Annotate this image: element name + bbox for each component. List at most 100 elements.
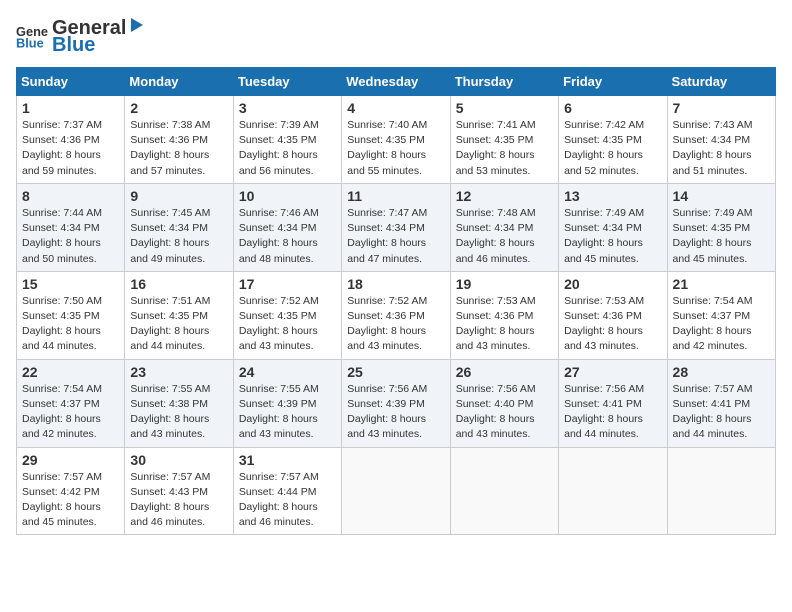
calendar-week-3: 22 Sunrise: 7:54 AMSunset: 4:37 PMDayligh…	[17, 359, 776, 447]
col-header-wednesday: Wednesday	[342, 68, 450, 96]
day-info: Sunrise: 7:56 AMSunset: 4:41 PMDaylight:…	[564, 382, 661, 443]
day-number: 12	[456, 188, 553, 204]
day-info: Sunrise: 7:53 AMSunset: 4:36 PMDaylight:…	[456, 294, 553, 355]
calendar-cell	[450, 447, 558, 535]
day-info: Sunrise: 7:42 AMSunset: 4:35 PMDaylight:…	[564, 118, 661, 179]
day-info: Sunrise: 7:56 AMSunset: 4:39 PMDaylight:…	[347, 382, 444, 443]
day-number: 8	[22, 188, 119, 204]
calendar-cell: 9 Sunrise: 7:45 AMSunset: 4:34 PMDaylight…	[125, 183, 233, 271]
calendar-cell: 13Sunrise: 7:49 AMSunset: 4:34 PMDayligh…	[559, 183, 667, 271]
day-info: Sunrise: 7:52 AMSunset: 4:36 PMDaylight:…	[347, 294, 444, 355]
day-number: 29	[22, 452, 119, 468]
calendar-cell: 16 Sunrise: 7:51 AMSunset: 4:35 PMDayligh…	[125, 271, 233, 359]
page-header: General Blue General Blue	[16, 16, 776, 57]
day-info: Sunrise: 7:39 AMSunset: 4:35 PMDaylight:…	[239, 118, 336, 179]
day-info: Sunrise: 7:51 AMSunset: 4:35 PMDaylight:…	[130, 294, 227, 355]
calendar-cell: 29Sunrise: 7:57 AMSunset: 4:42 PMDayligh…	[17, 447, 125, 535]
col-header-friday: Friday	[559, 68, 667, 96]
day-number: 25	[347, 364, 444, 380]
day-info: Sunrise: 7:55 AMSunset: 4:39 PMDaylight:…	[239, 382, 336, 443]
day-info: Sunrise: 7:57 AMSunset: 4:41 PMDaylight:…	[673, 382, 770, 443]
day-info: Sunrise: 7:57 AMSunset: 4:43 PMDaylight:…	[130, 470, 227, 531]
day-number: 14	[673, 188, 770, 204]
day-info: Sunrise: 7:53 AMSunset: 4:36 PMDaylight:…	[564, 294, 661, 355]
calendar-cell: 10 Sunrise: 7:46 AMSunset: 4:34 PMDayligh…	[233, 183, 341, 271]
col-header-thursday: Thursday	[450, 68, 558, 96]
calendar-header-row: SundayMondayTuesdayWednesdayThursdayFrid…	[17, 68, 776, 96]
col-header-saturday: Saturday	[667, 68, 775, 96]
day-number: 18	[347, 276, 444, 292]
col-header-monday: Monday	[125, 68, 233, 96]
day-number: 17	[239, 276, 336, 292]
calendar-week-2: 15Sunrise: 7:50 AMSunset: 4:35 PMDayligh…	[17, 271, 776, 359]
day-number: 21	[673, 276, 770, 292]
day-info: Sunrise: 7:54 AMSunset: 4:37 PMDaylight:…	[673, 294, 770, 355]
day-number: 31	[239, 452, 336, 468]
calendar-week-4: 29Sunrise: 7:57 AMSunset: 4:42 PMDayligh…	[17, 447, 776, 535]
calendar-cell	[342, 447, 450, 535]
day-number: 10	[239, 188, 336, 204]
calendar-cell: 18 Sunrise: 7:52 AMSunset: 4:36 PMDayligh…	[342, 271, 450, 359]
calendar-cell: 22 Sunrise: 7:54 AMSunset: 4:37 PMDayligh…	[17, 359, 125, 447]
day-info: Sunrise: 7:40 AMSunset: 4:35 PMDaylight:…	[347, 118, 444, 179]
day-info: Sunrise: 7:54 AMSunset: 4:37 PMDaylight:…	[22, 382, 119, 443]
day-number: 7	[673, 100, 770, 116]
day-number: 16	[130, 276, 227, 292]
day-info: Sunrise: 7:46 AMSunset: 4:34 PMDaylight:…	[239, 206, 336, 267]
calendar-cell	[559, 447, 667, 535]
col-header-tuesday: Tuesday	[233, 68, 341, 96]
calendar-cell: 20 Sunrise: 7:53 AMSunset: 4:36 PMDayligh…	[559, 271, 667, 359]
calendar-table: SundayMondayTuesdayWednesdayThursdayFrid…	[16, 67, 776, 535]
calendar-cell: 27 Sunrise: 7:56 AMSunset: 4:41 PMDayligh…	[559, 359, 667, 447]
day-number: 3	[239, 100, 336, 116]
calendar-cell: 23Sunrise: 7:55 AMSunset: 4:38 PMDayligh…	[125, 359, 233, 447]
day-info: Sunrise: 7:37 AMSunset: 4:36 PMDaylight:…	[22, 118, 119, 179]
day-info: Sunrise: 7:45 AMSunset: 4:34 PMDaylight:…	[130, 206, 227, 267]
calendar-cell: 25 Sunrise: 7:56 AMSunset: 4:39 PMDayligh…	[342, 359, 450, 447]
calendar-cell: 6 Sunrise: 7:42 AMSunset: 4:35 PMDaylight…	[559, 96, 667, 184]
logo-icon: General Blue	[16, 23, 48, 51]
calendar-cell: 30 Sunrise: 7:57 AMSunset: 4:43 PMDayligh…	[125, 447, 233, 535]
day-number: 24	[239, 364, 336, 380]
col-header-sunday: Sunday	[17, 68, 125, 96]
logo-triangle-icon	[127, 16, 145, 34]
calendar-cell: 19Sunrise: 7:53 AMSunset: 4:36 PMDayligh…	[450, 271, 558, 359]
day-number: 5	[456, 100, 553, 116]
day-number: 20	[564, 276, 661, 292]
day-info: Sunrise: 7:38 AMSunset: 4:36 PMDaylight:…	[130, 118, 227, 179]
calendar-cell: 2 Sunrise: 7:38 AMSunset: 4:36 PMDaylight…	[125, 96, 233, 184]
day-number: 22	[22, 364, 119, 380]
logo: General Blue General Blue	[16, 16, 146, 57]
calendar-week-1: 8 Sunrise: 7:44 AMSunset: 4:34 PMDaylight…	[17, 183, 776, 271]
day-number: 2	[130, 100, 227, 116]
day-info: Sunrise: 7:41 AMSunset: 4:35 PMDaylight:…	[456, 118, 553, 179]
day-number: 4	[347, 100, 444, 116]
day-info: Sunrise: 7:49 AMSunset: 4:35 PMDaylight:…	[673, 206, 770, 267]
day-number: 11	[347, 188, 444, 204]
day-number: 27	[564, 364, 661, 380]
calendar-cell	[667, 447, 775, 535]
day-number: 26	[456, 364, 553, 380]
calendar-cell: 3 Sunrise: 7:39 AMSunset: 4:35 PMDaylight…	[233, 96, 341, 184]
day-number: 9	[130, 188, 227, 204]
calendar-cell: 4 Sunrise: 7:40 AMSunset: 4:35 PMDaylight…	[342, 96, 450, 184]
day-number: 1	[22, 100, 119, 116]
calendar-cell: 21 Sunrise: 7:54 AMSunset: 4:37 PMDayligh…	[667, 271, 775, 359]
day-number: 6	[564, 100, 661, 116]
day-number: 23	[130, 364, 227, 380]
svg-text:Blue: Blue	[16, 35, 44, 50]
calendar-cell: 5 Sunrise: 7:41 AMSunset: 4:35 PMDaylight…	[450, 96, 558, 184]
day-info: Sunrise: 7:44 AMSunset: 4:34 PMDaylight:…	[22, 206, 119, 267]
calendar-cell: 11 Sunrise: 7:47 AMSunset: 4:34 PMDayligh…	[342, 183, 450, 271]
day-info: Sunrise: 7:48 AMSunset: 4:34 PMDaylight:…	[456, 206, 553, 267]
calendar-cell: 17 Sunrise: 7:52 AMSunset: 4:35 PMDayligh…	[233, 271, 341, 359]
calendar-cell: 7 Sunrise: 7:43 AMSunset: 4:34 PMDaylight…	[667, 96, 775, 184]
calendar-cell: 31Sunrise: 7:57 AMSunset: 4:44 PMDayligh…	[233, 447, 341, 535]
day-info: Sunrise: 7:43 AMSunset: 4:34 PMDaylight:…	[673, 118, 770, 179]
day-info: Sunrise: 7:47 AMSunset: 4:34 PMDaylight:…	[347, 206, 444, 267]
calendar-cell: 24 Sunrise: 7:55 AMSunset: 4:39 PMDayligh…	[233, 359, 341, 447]
day-number: 30	[130, 452, 227, 468]
day-info: Sunrise: 7:52 AMSunset: 4:35 PMDaylight:…	[239, 294, 336, 355]
day-number: 28	[673, 364, 770, 380]
day-number: 15	[22, 276, 119, 292]
